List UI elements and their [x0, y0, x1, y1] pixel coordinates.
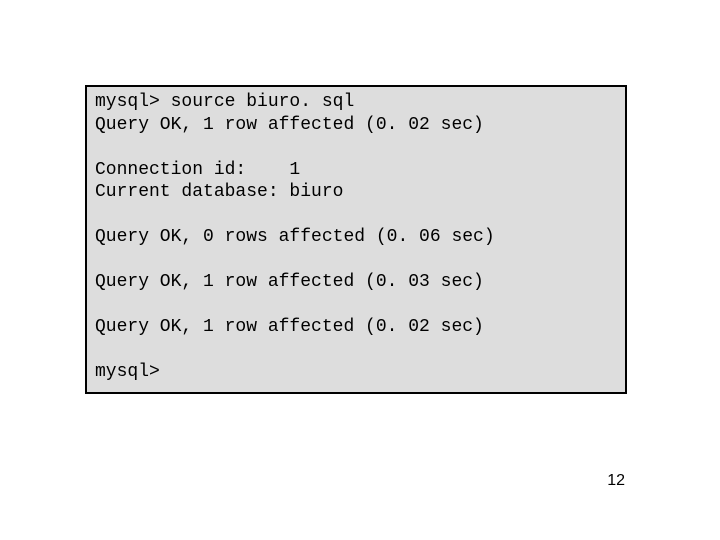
- terminal-line: [95, 249, 617, 272]
- terminal-line: Query OK, 0 rows affected (0. 06 sec): [95, 226, 617, 249]
- terminal-line: Query OK, 1 row affected (0. 03 sec): [95, 271, 617, 294]
- terminal-line: [95, 136, 617, 159]
- terminal-line: [95, 339, 617, 362]
- terminal-line: Query OK, 1 row affected (0. 02 sec): [95, 114, 617, 137]
- terminal-line: [95, 294, 617, 317]
- page-number: 12: [607, 472, 625, 490]
- terminal-line: Query OK, 1 row affected (0. 02 sec): [95, 316, 617, 339]
- terminal-line: Current database: biuro: [95, 181, 617, 204]
- terminal-output-box: mysql> source biuro. sql Query OK, 1 row…: [85, 85, 627, 394]
- terminal-line: [95, 204, 617, 227]
- terminal-line: Connection id: 1: [95, 159, 617, 182]
- terminal-line: mysql> source biuro. sql: [95, 91, 617, 114]
- terminal-line: mysql>: [95, 361, 617, 384]
